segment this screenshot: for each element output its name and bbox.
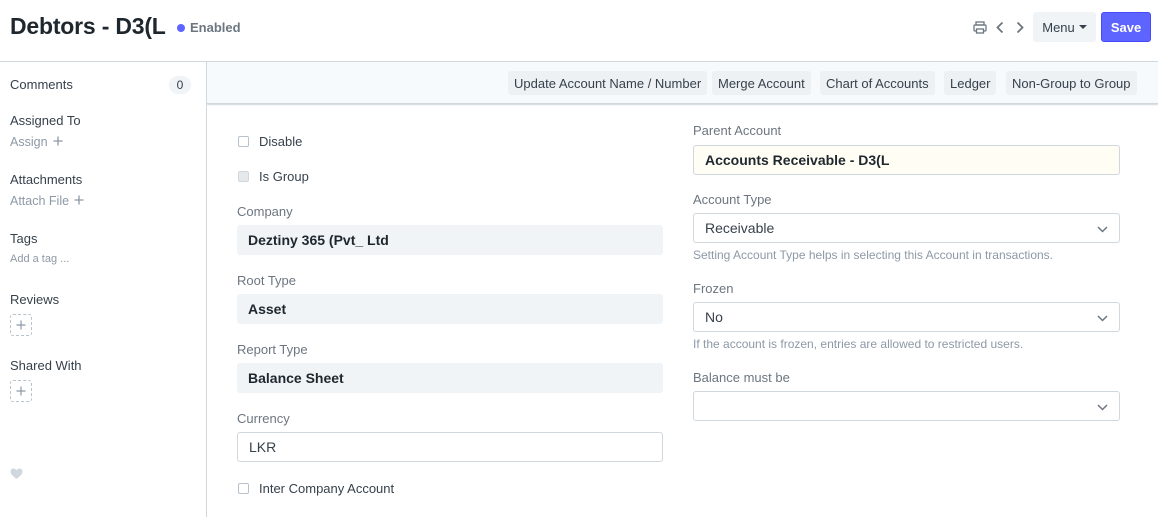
heart-icon[interactable]	[10, 468, 23, 483]
status-text: Enabled	[190, 20, 241, 35]
chevron-down-icon	[1097, 309, 1108, 325]
shared-section: Shared With	[10, 358, 82, 402]
inter-company-checkbox-row[interactable]: Inter Company Account	[238, 481, 394, 496]
currency-label: Currency	[237, 411, 290, 426]
account-type-label: Account Type	[693, 192, 772, 207]
parent-account-label: Parent Account	[693, 123, 782, 138]
add-review-button[interactable]	[10, 314, 32, 336]
attach-file-label: Attach File	[10, 194, 70, 208]
root-type-value: Asset	[237, 294, 663, 324]
plus-icon	[16, 386, 26, 396]
menu-button[interactable]: Menu	[1033, 12, 1096, 42]
is-group-checkbox	[238, 171, 249, 182]
disable-checkbox-row[interactable]: Disable	[238, 134, 302, 149]
attach-file-link[interactable]: Attach File	[10, 194, 84, 208]
inter-company-label: Inter Company Account	[259, 481, 395, 496]
assigned-section: Assigned To Assign	[10, 113, 81, 149]
plus-icon	[74, 194, 84, 208]
comments-count-badge: 0	[169, 76, 191, 94]
ledger-button[interactable]: Ledger	[944, 71, 997, 95]
company-label: Company	[237, 204, 293, 219]
chevron-down-icon	[1097, 398, 1108, 414]
form-toolbar: Update Account Name / Number Merge Accou…	[207, 62, 1158, 104]
plus-icon	[53, 135, 63, 149]
add-share-button[interactable]	[10, 380, 32, 402]
attachments-section: Attachments Attach File	[10, 172, 84, 208]
chevron-down-icon	[1097, 220, 1108, 236]
company-value: Deztiny 365 (Pvt_ Ltd	[237, 225, 663, 255]
add-tag-link[interactable]: Add a tag ...	[10, 253, 69, 265]
report-type-value: Balance Sheet	[237, 363, 663, 393]
frozen-help: If the account is frozen, entries are al…	[693, 337, 1024, 351]
caret-down-icon	[1078, 25, 1087, 29]
header-icons	[973, 18, 1027, 36]
chevron-left-icon[interactable]	[993, 18, 1007, 36]
inter-company-checkbox[interactable]	[238, 483, 249, 494]
is-group-checkbox-row: Is Group	[238, 169, 309, 184]
root-type-label: Root Type	[237, 273, 297, 288]
account-type-value: Receivable	[705, 220, 775, 236]
reviews-section: Reviews	[10, 292, 59, 336]
print-icon[interactable]	[973, 18, 987, 36]
chevron-right-icon[interactable]	[1013, 18, 1027, 36]
assigned-label: Assigned To	[10, 113, 81, 128]
merge-account-button[interactable]: Merge Account	[712, 71, 811, 95]
parent-account-input[interactable]: Accounts Receivable - D3(L	[693, 145, 1120, 175]
frozen-value: No	[705, 309, 723, 325]
currency-input[interactable]: LKR	[237, 432, 663, 462]
form-sidebar: Comments 0 Assigned To Assign Attachment…	[0, 62, 207, 517]
reviews-label: Reviews	[10, 292, 60, 307]
frozen-label: Frozen	[693, 281, 734, 296]
comments-label: Comments	[10, 77, 73, 92]
tags-section: Tags Add a tag ...	[10, 231, 69, 265]
status-dot-icon	[177, 23, 185, 32]
status-indicator: Enabled	[177, 20, 241, 35]
disable-label: Disable	[259, 134, 303, 149]
save-button[interactable]: Save	[1101, 12, 1151, 42]
assign-link-label: Assign	[10, 135, 48, 149]
menu-button-label: Menu	[1042, 19, 1075, 35]
balance-must-be-label: Balance must be	[693, 370, 790, 385]
account-type-select[interactable]: Receivable	[693, 213, 1120, 243]
report-type-label: Report Type	[237, 342, 308, 357]
frozen-select[interactable]: No	[693, 302, 1120, 332]
balance-must-be-select[interactable]	[693, 391, 1120, 421]
page-header: Debtors - D3(L Enabled Menu Save	[0, 0, 1158, 62]
comments-section: Comments	[10, 77, 73, 92]
shared-label: Shared With	[10, 358, 82, 373]
non-group-to-group-button[interactable]: Non-Group to Group	[1006, 71, 1137, 95]
tags-label: Tags	[10, 231, 38, 246]
plus-icon	[16, 320, 26, 330]
chart-of-accounts-button[interactable]: Chart of Accounts	[820, 71, 935, 95]
is-group-label: Is Group	[259, 169, 309, 184]
page-title: Debtors - D3(L	[10, 13, 166, 39]
attachments-label: Attachments	[10, 172, 83, 187]
update-account-name-button[interactable]: Update Account Name / Number	[508, 71, 708, 95]
disable-checkbox[interactable]	[238, 136, 249, 147]
assign-link[interactable]: Assign	[10, 135, 81, 149]
account-type-help: Setting Account Type helps in selecting …	[693, 248, 1053, 262]
